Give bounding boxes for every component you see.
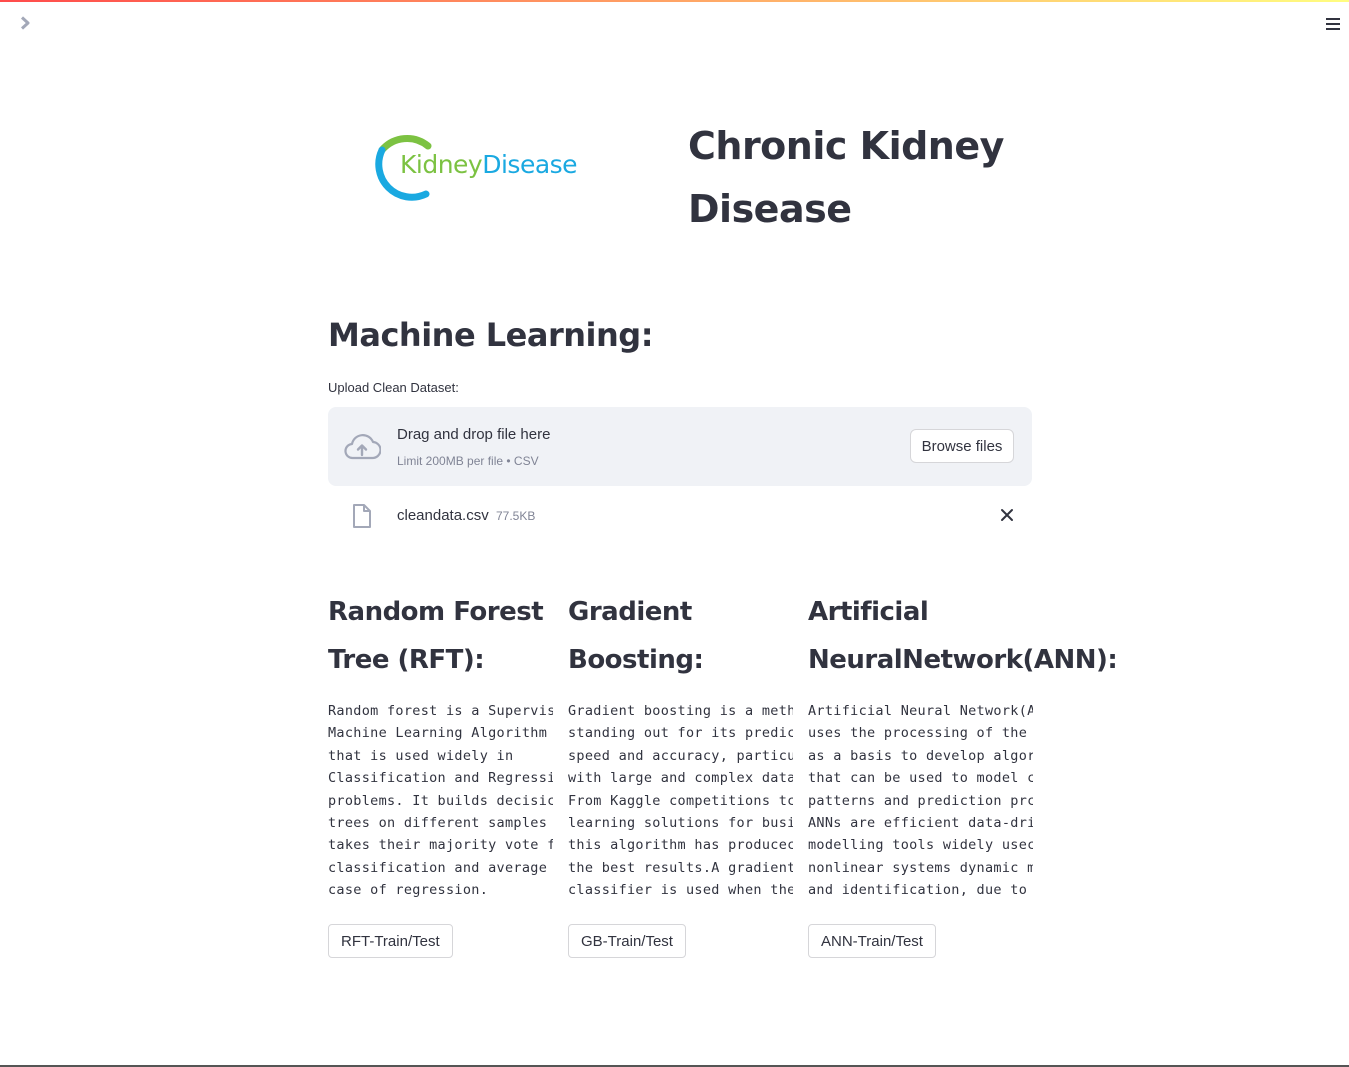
file-icon [353,504,371,528]
rft-train-test-button[interactable]: RFT-Train/Test [328,924,453,958]
dropzone-hint: Limit 200MB per file • CSV [397,454,539,468]
remove-file-button[interactable] [996,504,1018,526]
uploaded-file-name: cleandata.csv [397,507,489,524]
sidebar-toggle-button[interactable] [14,12,36,34]
logo-text: KidneyDisease [400,150,578,179]
page-title: Chronic Kidney Disease [688,124,1004,231]
file-uploader-label: Upload Clean Dataset: [328,380,459,395]
section-heading-machine-learning: Machine Learning: [328,316,653,354]
model-description-gb: Gradient boosting is a meth standing out… [568,703,793,899]
model-column-rft: Random Forest Tree (RFT): Random forest … [328,588,553,958]
close-icon [1001,509,1013,521]
file-dropzone[interactable]: Drag and drop file here Limit 200MB per … [328,407,1032,486]
app-page: KidneyDisease Chronic Kidney Disease Mac… [0,0,1349,1067]
kidney-disease-logo: KidneyDisease [370,128,600,206]
uploaded-file-row: cleandata.csv 77.5KB [328,498,1032,534]
browse-files-button[interactable]: Browse files [910,429,1014,463]
dropzone-title: Drag and drop file here [397,426,551,443]
uploaded-file-size: 77.5KB [496,509,536,523]
model-heading-gb: Gradient Boosting: [568,597,704,675]
logo-text-disease: Disease [482,150,578,179]
top-decoration-bar [0,0,1349,2]
chevron-right-icon [20,16,30,30]
hamburger-menu-icon [1326,18,1340,30]
ann-train-test-button[interactable]: ANN-Train/Test [808,924,936,958]
model-heading-rft: Random Forest Tree (RFT): [328,597,544,675]
logo-text-kidney: Kidney [400,150,483,179]
model-column-ann: Artificial NeuralNetwork(ANN): Artificia… [808,588,1118,958]
gb-train-test-button[interactable]: GB-Train/Test [568,924,686,958]
cloud-upload-icon [344,434,381,460]
main-menu-button[interactable] [1321,13,1345,35]
model-column-gb: Gradient Boosting: Gradient boosting is … [568,588,793,958]
model-heading-ann: Artificial NeuralNetwork(ANN): [808,597,1118,675]
model-description-rft: Random forest is a Supervis Machine Lear… [328,703,553,899]
model-description-ann: Artificial Neural Network(A uses the pro… [808,703,1033,899]
